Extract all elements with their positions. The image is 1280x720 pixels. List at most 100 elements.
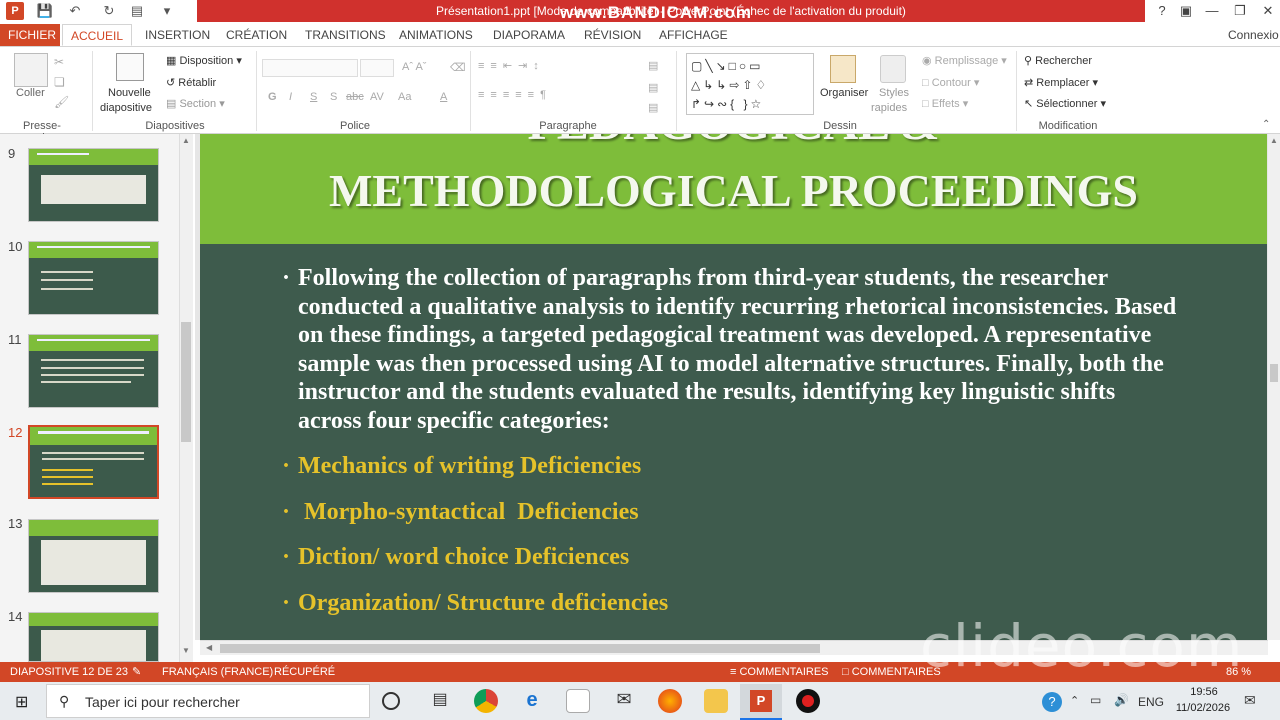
slide-thumbnail-14[interactable] — [28, 612, 159, 662]
current-slide[interactable]: PEDAGOGICAL & METHODOLOGICAL PROCEEDINGS… — [200, 134, 1267, 640]
input-language[interactable]: ENG — [1138, 695, 1164, 709]
tab-revision[interactable]: RÉVISION — [576, 24, 649, 46]
chrome-icon[interactable] — [474, 689, 498, 713]
language-status[interactable]: FRANÇAIS (FRANCE) — [162, 662, 273, 682]
align-text-icon[interactable]: ▤ — [648, 81, 658, 94]
slide-title-line1[interactable]: PEDAGOGICAL & — [200, 134, 1267, 160]
slide-thumbnail-9[interactable] — [28, 148, 159, 222]
strikethrough-button[interactable]: abc — [346, 91, 364, 103]
spell-check-icon[interactable]: ✎ — [132, 662, 141, 682]
tray-overflow-icon[interactable]: ⌃ — [1070, 694, 1079, 707]
category-item[interactable]: Diction/ word choice Deficiences — [282, 542, 1182, 588]
slide-title-line2[interactable]: METHODOLOGICAL PROCEEDINGS — [200, 162, 1267, 220]
notes-button[interactable]: ≡ COMMENTAIRES — [730, 662, 829, 682]
char-spacing-button[interactable]: AV — [370, 91, 384, 103]
clear-format-icon[interactable]: ⌫ — [450, 61, 466, 74]
category-item[interactable]: Morpho-syntactical Deficiencies — [282, 497, 1182, 543]
cut-icon[interactable]: ✂ — [54, 55, 64, 69]
minimize-icon[interactable]: — — [1198, 0, 1226, 22]
tab-animations[interactable]: ANIMATIONS — [391, 24, 481, 46]
scrollbar-thumb[interactable] — [1270, 364, 1278, 382]
save-icon[interactable]: 💾 — [36, 2, 54, 20]
edge-icon[interactable]: e — [520, 689, 544, 713]
start-slideshow-icon[interactable]: ▤ — [128, 2, 146, 20]
taskbar-search[interactable]: ⚲ Taper ici pour rechercher — [46, 684, 370, 718]
help-tray-icon[interactable]: ? — [1042, 692, 1062, 712]
scroll-left-icon[interactable]: ◀ — [206, 643, 212, 652]
customize-quick-access-icon[interactable]: ▾ — [158, 2, 176, 20]
shape-fill-button[interactable]: ◉ Remplissage ▾ — [922, 54, 1007, 67]
new-slide-button-line2[interactable]: diapositive — [100, 102, 152, 114]
smartart-icon[interactable]: ▤ — [648, 101, 658, 114]
tab-fichier[interactable]: FICHIER — [0, 24, 60, 46]
slide-thumbnail-12[interactable] — [28, 425, 159, 499]
font-name-select[interactable] — [262, 59, 358, 77]
tab-transitions[interactable]: TRANSITIONS — [297, 24, 394, 46]
new-slide-button[interactable]: Nouvelle — [108, 87, 151, 99]
slide-thumbnail-13[interactable] — [28, 519, 159, 593]
ribbon-display-icon[interactable]: ▣ — [1172, 0, 1200, 22]
quick-styles-button[interactable]: Styles — [879, 87, 909, 99]
slide-paragraph[interactable]: Following the collection of paragraphs f… — [282, 264, 1182, 435]
slide-thumbnail-11[interactable] — [28, 334, 159, 408]
scrollbar-thumb[interactable] — [220, 644, 820, 653]
bandicam-record-icon[interactable] — [796, 689, 820, 713]
tab-creation[interactable]: CRÉATION — [218, 24, 295, 46]
bold-button[interactable]: G — [268, 91, 277, 103]
category-item[interactable]: Mechanics of writing Deficiencies — [282, 451, 1182, 497]
underline-button[interactable]: S — [310, 91, 317, 103]
powerpoint-taskbar-active[interactable]: P — [740, 684, 782, 720]
font-size-select[interactable] — [360, 59, 394, 77]
windows-start-icon[interactable]: ⊞ — [15, 692, 28, 712]
arrange-button[interactable]: Organiser — [820, 87, 868, 99]
store-icon[interactable] — [566, 689, 590, 713]
redo-icon[interactable]: ↻ — [100, 2, 118, 20]
scroll-up-icon[interactable]: ▲ — [182, 136, 190, 145]
scrollbar-thumb[interactable] — [181, 322, 191, 442]
notifications-icon[interactable]: ✉ — [1244, 692, 1256, 709]
paste-button[interactable]: Coller — [16, 87, 45, 99]
undo-icon[interactable]: ↶ — [66, 2, 84, 20]
list-buttons[interactable]: ≡≡⇤⇥↕ — [478, 59, 545, 72]
clock-time[interactable]: 19:56 — [1184, 686, 1224, 698]
replace-button[interactable]: ⇄ Remplacer ▾ — [1024, 76, 1098, 89]
slide-content[interactable]: Following the collection of paragraphs f… — [282, 264, 1182, 633]
close-icon[interactable]: ✕ — [1254, 0, 1280, 22]
find-button[interactable]: ⚲ Rechercher — [1024, 54, 1092, 67]
shape-outline-button[interactable]: □ Contour ▾ — [922, 76, 979, 89]
task-view-icon[interactable]: ▤ — [428, 689, 452, 713]
file-explorer-icon[interactable] — [704, 689, 728, 713]
layout-button[interactable]: ▦ Disposition ▾ — [166, 54, 242, 67]
quick-styles-button-line2[interactable]: rapides — [871, 102, 907, 114]
mail-icon[interactable]: ✉ — [612, 689, 636, 713]
copy-icon[interactable]: ❏ — [54, 75, 65, 89]
reset-button[interactable]: ↺ Rétablir — [166, 76, 216, 89]
grow-font-icon[interactable]: Aˆ Aˇ — [402, 61, 426, 73]
new-slide-icon[interactable] — [116, 53, 144, 81]
section-button[interactable]: ▤ Section ▾ — [166, 97, 225, 110]
collapse-ribbon-icon[interactable]: ⌃ — [1262, 119, 1270, 130]
tab-insertion[interactable]: INSERTION — [137, 24, 218, 46]
font-color-icon[interactable]: A — [440, 91, 447, 103]
quick-styles-icon[interactable] — [880, 55, 906, 83]
slide-scrollbar[interactable]: ▲ — [1268, 134, 1280, 640]
change-case-button[interactable]: Aa — [398, 91, 411, 103]
shape-effects-button[interactable]: □ Effets ▾ — [922, 97, 968, 110]
scroll-up-icon[interactable]: ▲ — [1270, 136, 1278, 145]
slide-thumbnail-10[interactable] — [28, 241, 159, 315]
cortana-icon[interactable] — [382, 692, 400, 710]
italic-button[interactable]: I — [289, 91, 292, 103]
scroll-down-icon[interactable]: ▼ — [182, 646, 190, 655]
account-signin[interactable]: Connexio — [1220, 24, 1280, 46]
shadow-button[interactable]: S — [330, 91, 337, 103]
text-direction-icon[interactable]: ▤ — [648, 59, 658, 72]
paste-icon[interactable] — [14, 53, 48, 87]
format-painter-icon[interactable]: 🖌 — [54, 95, 69, 109]
select-button[interactable]: ↖ Sélectionner ▾ — [1024, 97, 1106, 110]
arrange-icon[interactable] — [830, 55, 856, 83]
tab-accueil[interactable]: ACCUEIL — [62, 24, 132, 46]
thumbnail-scrollbar[interactable]: ▲ ▼ — [179, 134, 193, 662]
shapes-gallery[interactable]: ▢╲↘□○▭ △↳↳⇨⇧♢ ↱↪∾{ }☆ — [686, 53, 814, 115]
tab-diaporama[interactable]: DIAPORAMA — [485, 24, 573, 46]
volume-icon[interactable]: 🔊 — [1114, 693, 1129, 707]
